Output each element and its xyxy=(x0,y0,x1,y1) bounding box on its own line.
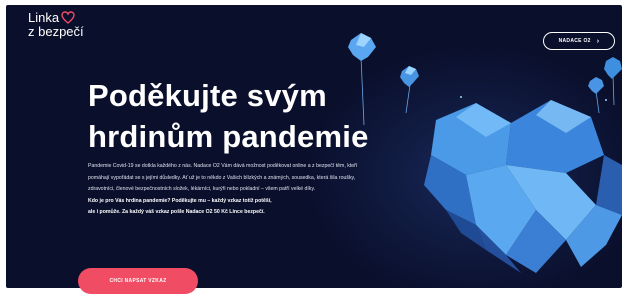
page-title: Poděkujte svým hrdinům pandemie xyxy=(88,75,369,157)
cta-label: CHCI NAPSAT VZKAZ xyxy=(109,278,167,284)
hero-paragraph: Pandemie Covid-19 se dotkla každého z ná… xyxy=(88,161,378,219)
sparkle-icon xyxy=(460,96,462,98)
heart-balloon-icon xyxy=(400,66,419,114)
bold-text-line1: Kdo je pro Vás hrdina pandemie? Poděkujt… xyxy=(88,197,272,204)
sparkle-icon xyxy=(605,99,607,101)
polygon-heart-art xyxy=(424,100,622,273)
intro-text: Pandemie Covid-19 se dotkla každého z ná… xyxy=(88,163,358,193)
heart-balloon-icon xyxy=(604,57,622,106)
hero-section: Linka z bezpečí NADACE O2 › Poděkujte sv… xyxy=(6,5,622,288)
heart-balloon-icon xyxy=(588,77,604,114)
bold-text-line2: ale i pomůže. Za každý váš vzkaz pošle N… xyxy=(88,209,265,216)
title-line1: Poděkujte svým xyxy=(88,78,327,113)
title-line2: hrdinům pandemie xyxy=(88,119,369,154)
write-message-button[interactable]: CHCI NAPSAT VZKAZ xyxy=(78,268,198,294)
